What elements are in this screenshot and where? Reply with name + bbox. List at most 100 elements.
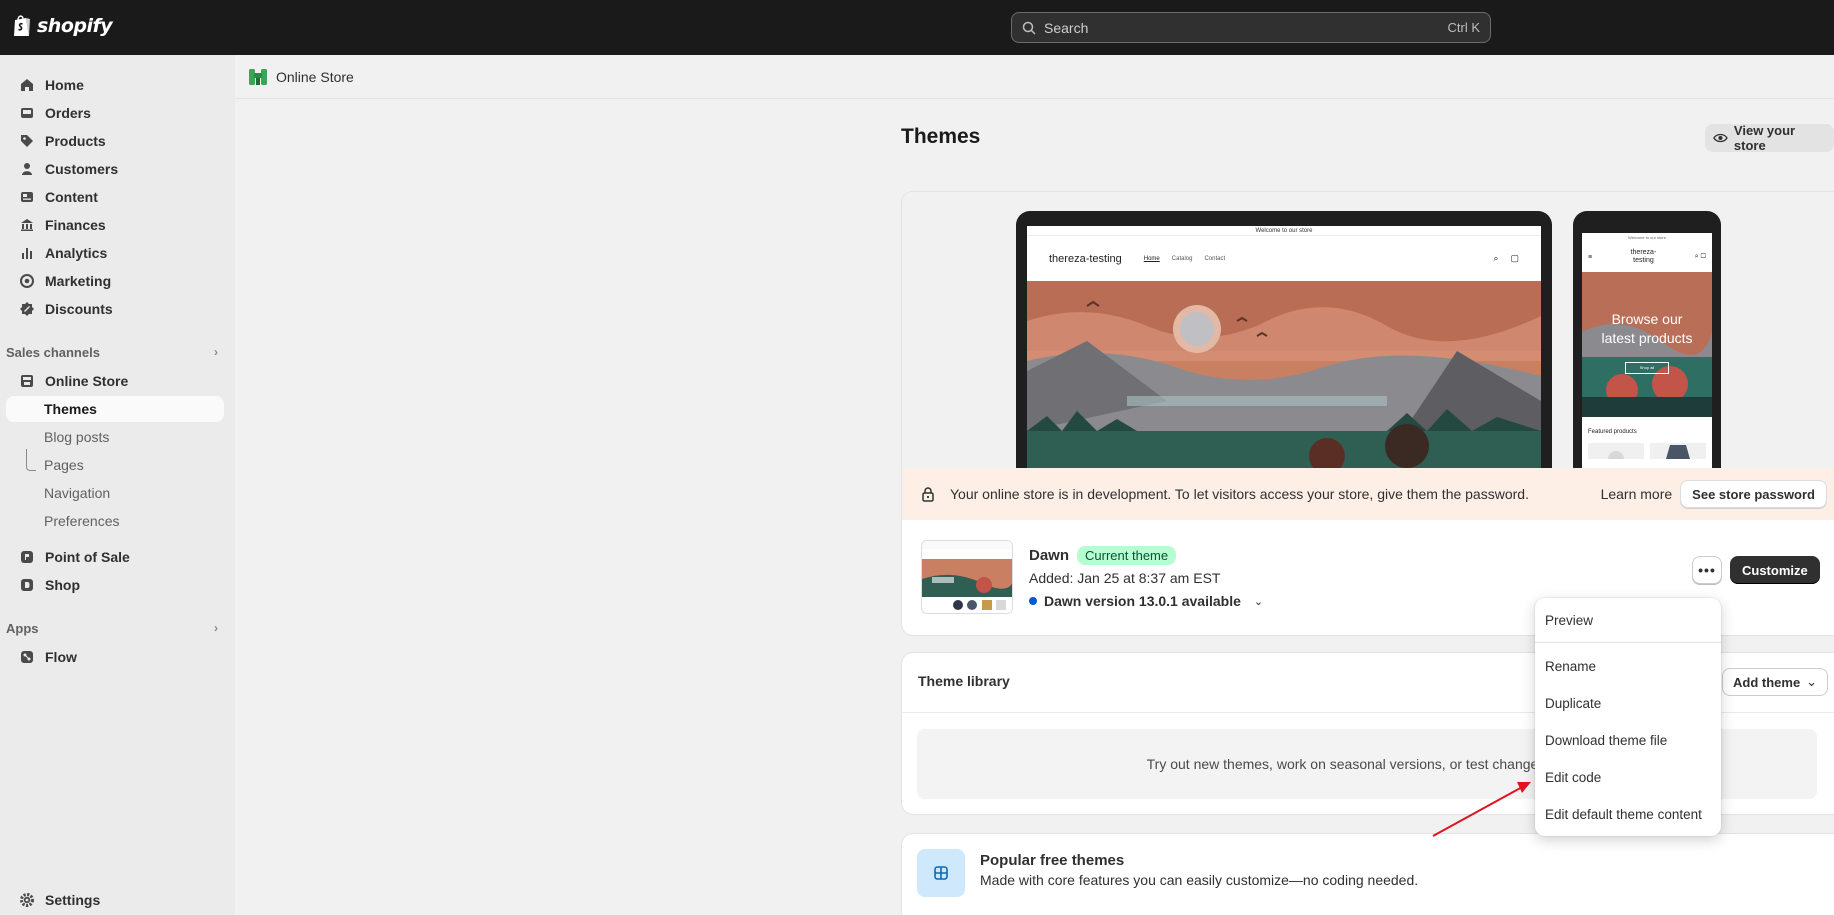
preview-announcement: Welcome to our store	[1628, 235, 1666, 240]
sidebar-item-pages[interactable]: Pages	[6, 452, 224, 478]
sidebar-item-label: Pages	[44, 457, 84, 473]
online-store-icon	[249, 69, 267, 85]
theme-thumbnail-image	[922, 541, 1012, 613]
learn-more-link[interactable]: Learn more	[1601, 486, 1673, 502]
menu-item-duplicate[interactable]: Duplicate	[1545, 696, 1601, 711]
hero-illustration	[1027, 281, 1541, 471]
menu-item-edit-default-theme-content[interactable]: Edit default theme content	[1545, 807, 1702, 822]
sidebar-item-marketing[interactable]: Marketing	[6, 268, 224, 294]
preview-featured-heading: Featured products	[1588, 429, 1637, 435]
customize-button[interactable]: Customize	[1730, 556, 1820, 584]
phone-mockup: Welcome to our store ≡ thereza- testing …	[1573, 211, 1721, 471]
view-store-button[interactable]: View your store	[1705, 123, 1834, 153]
pos-icon	[19, 549, 35, 565]
sidebar-item-label: Online Store	[45, 373, 129, 389]
preview-header: thereza-testing Home Catalog Contact ⌕ ▢	[1027, 236, 1541, 281]
theme-preview-area[interactable]: Welcome to our store thereza-testing Hom…	[902, 192, 1834, 471]
header-divider	[235, 98, 1834, 99]
shopify-bag-icon	[14, 15, 30, 36]
add-theme-label: Add theme	[1733, 674, 1801, 690]
apps-header[interactable]: Apps ›	[6, 617, 224, 639]
menu-icon: ≡	[1588, 253, 1593, 261]
section-label: Sales channels	[6, 344, 100, 360]
person-icon	[19, 161, 35, 177]
popular-themes-title: Popular free themes	[980, 852, 1125, 869]
sidebar-item-products[interactable]: Products	[6, 128, 224, 154]
sidebar-item-customers[interactable]: Customers	[6, 156, 224, 182]
preview-brand-line: thereza-	[1630, 249, 1657, 257]
sidebar-item-blog-posts[interactable]: Blog posts	[6, 424, 224, 450]
theme-actions-menu: Preview Rename Duplicate Download theme …	[1535, 598, 1721, 836]
search-placeholder: Search	[1044, 19, 1089, 36]
home-icon	[19, 77, 35, 93]
store-icon	[19, 373, 35, 389]
add-theme-button[interactable]: Add theme ⌄	[1722, 668, 1829, 696]
eye-icon	[1713, 133, 1728, 143]
status-dot	[1029, 597, 1037, 605]
content-icon	[19, 189, 35, 205]
preview-brand: thereza- testing	[1631, 249, 1657, 264]
development-banner: Your online store is in development. To …	[902, 468, 1834, 520]
cart-icon: ⌕ ▢	[1694, 253, 1706, 260]
sidebar-item-settings[interactable]: Settings	[6, 887, 224, 913]
sidebar-item-content[interactable]: Content	[6, 184, 224, 210]
inbox-icon	[19, 105, 35, 121]
sidebar-item-label: Settings	[45, 892, 101, 908]
search-icon: ⌕	[1493, 253, 1499, 263]
current-theme-badge: Current theme	[1077, 546, 1177, 565]
sidebar-item-orders[interactable]: Orders	[6, 100, 224, 126]
flow-icon	[19, 649, 35, 665]
sidebar-item-preferences[interactable]: Preferences	[6, 508, 224, 534]
themes-icon	[917, 849, 965, 897]
cart-icon: ▢	[1510, 253, 1519, 263]
sidebar-item-label: Home	[45, 77, 84, 93]
search-icon	[1022, 21, 1036, 35]
preview-nav-item: Catalog	[1171, 255, 1193, 262]
sidebar-item-finances[interactable]: Finances	[6, 212, 224, 238]
sidebar-item-analytics[interactable]: Analytics	[6, 240, 224, 266]
sidebar-item-point-of-sale[interactable]: Point of Sale	[6, 544, 224, 570]
page-title: Themes	[901, 125, 981, 148]
logo-text: shopify	[37, 15, 113, 37]
sidebar-item-shop[interactable]: Shop	[6, 572, 224, 598]
sidebar-item-home[interactable]: Home	[6, 72, 224, 98]
sidebar-item-themes[interactable]: Themes	[6, 396, 224, 422]
shopify-logo[interactable]: shopify	[12, 14, 113, 38]
preview-announcement: Welcome to our store	[1027, 226, 1541, 236]
discount-icon	[19, 301, 35, 317]
laptop-screen: Welcome to our store thereza-testing Hom…	[1027, 226, 1541, 471]
breadcrumb[interactable]: Online Store	[248, 67, 354, 87]
preview-nav: Home Catalog Contact	[1144, 256, 1494, 262]
top-bar: shopify Search Ctrl K	[0, 0, 1834, 55]
sidebar-item-label: Navigation	[44, 485, 111, 501]
sidebar-item-flow[interactable]: Flow	[6, 644, 224, 670]
search-input[interactable]: Search Ctrl K	[1011, 12, 1491, 43]
menu-item-download-theme-file[interactable]: Download theme file	[1545, 733, 1667, 748]
featured-product-thumbs	[1588, 443, 1706, 459]
sidebar-item-label: Analytics	[45, 245, 108, 261]
bank-icon	[19, 217, 35, 233]
sidebar-item-label: Discounts	[45, 301, 113, 317]
see-store-password-button[interactable]: See store password	[1680, 480, 1827, 508]
preview-hero-button: Shop all	[1625, 362, 1669, 374]
menu-item-rename[interactable]: Rename	[1545, 659, 1596, 674]
sales-channels-header[interactable]: Sales channels ›	[6, 341, 224, 363]
sidebar-item-navigation[interactable]: Navigation	[6, 480, 224, 506]
sidebar-item-label: Customers	[45, 161, 119, 177]
theme-thumbnail[interactable]	[921, 540, 1013, 614]
theme-version-available[interactable]: Dawn version 13.0.1 available ⌄	[1029, 593, 1263, 609]
current-theme-card: Welcome to our store thereza-testing Hom…	[901, 191, 1834, 636]
preview-brand-line: testing	[1633, 257, 1654, 264]
target-icon	[19, 273, 35, 289]
sidebar-item-discounts[interactable]: Discounts	[6, 296, 224, 322]
breadcrumb-label: Online Store	[276, 69, 354, 85]
theme-actions-button[interactable]: •••	[1692, 556, 1722, 584]
sidebar-item-online-store[interactable]: Online Store	[6, 368, 224, 394]
menu-item-edit-code[interactable]: Edit code	[1545, 770, 1601, 785]
menu-item-preview[interactable]: Preview	[1545, 613, 1593, 628]
preview-nav-item: Home	[1143, 255, 1160, 262]
section-label: Apps	[6, 620, 39, 636]
sidebar-item-label: Point of Sale	[45, 549, 130, 565]
shop-app-icon	[19, 577, 35, 593]
sidebar-item-label: Blog posts	[44, 429, 110, 445]
